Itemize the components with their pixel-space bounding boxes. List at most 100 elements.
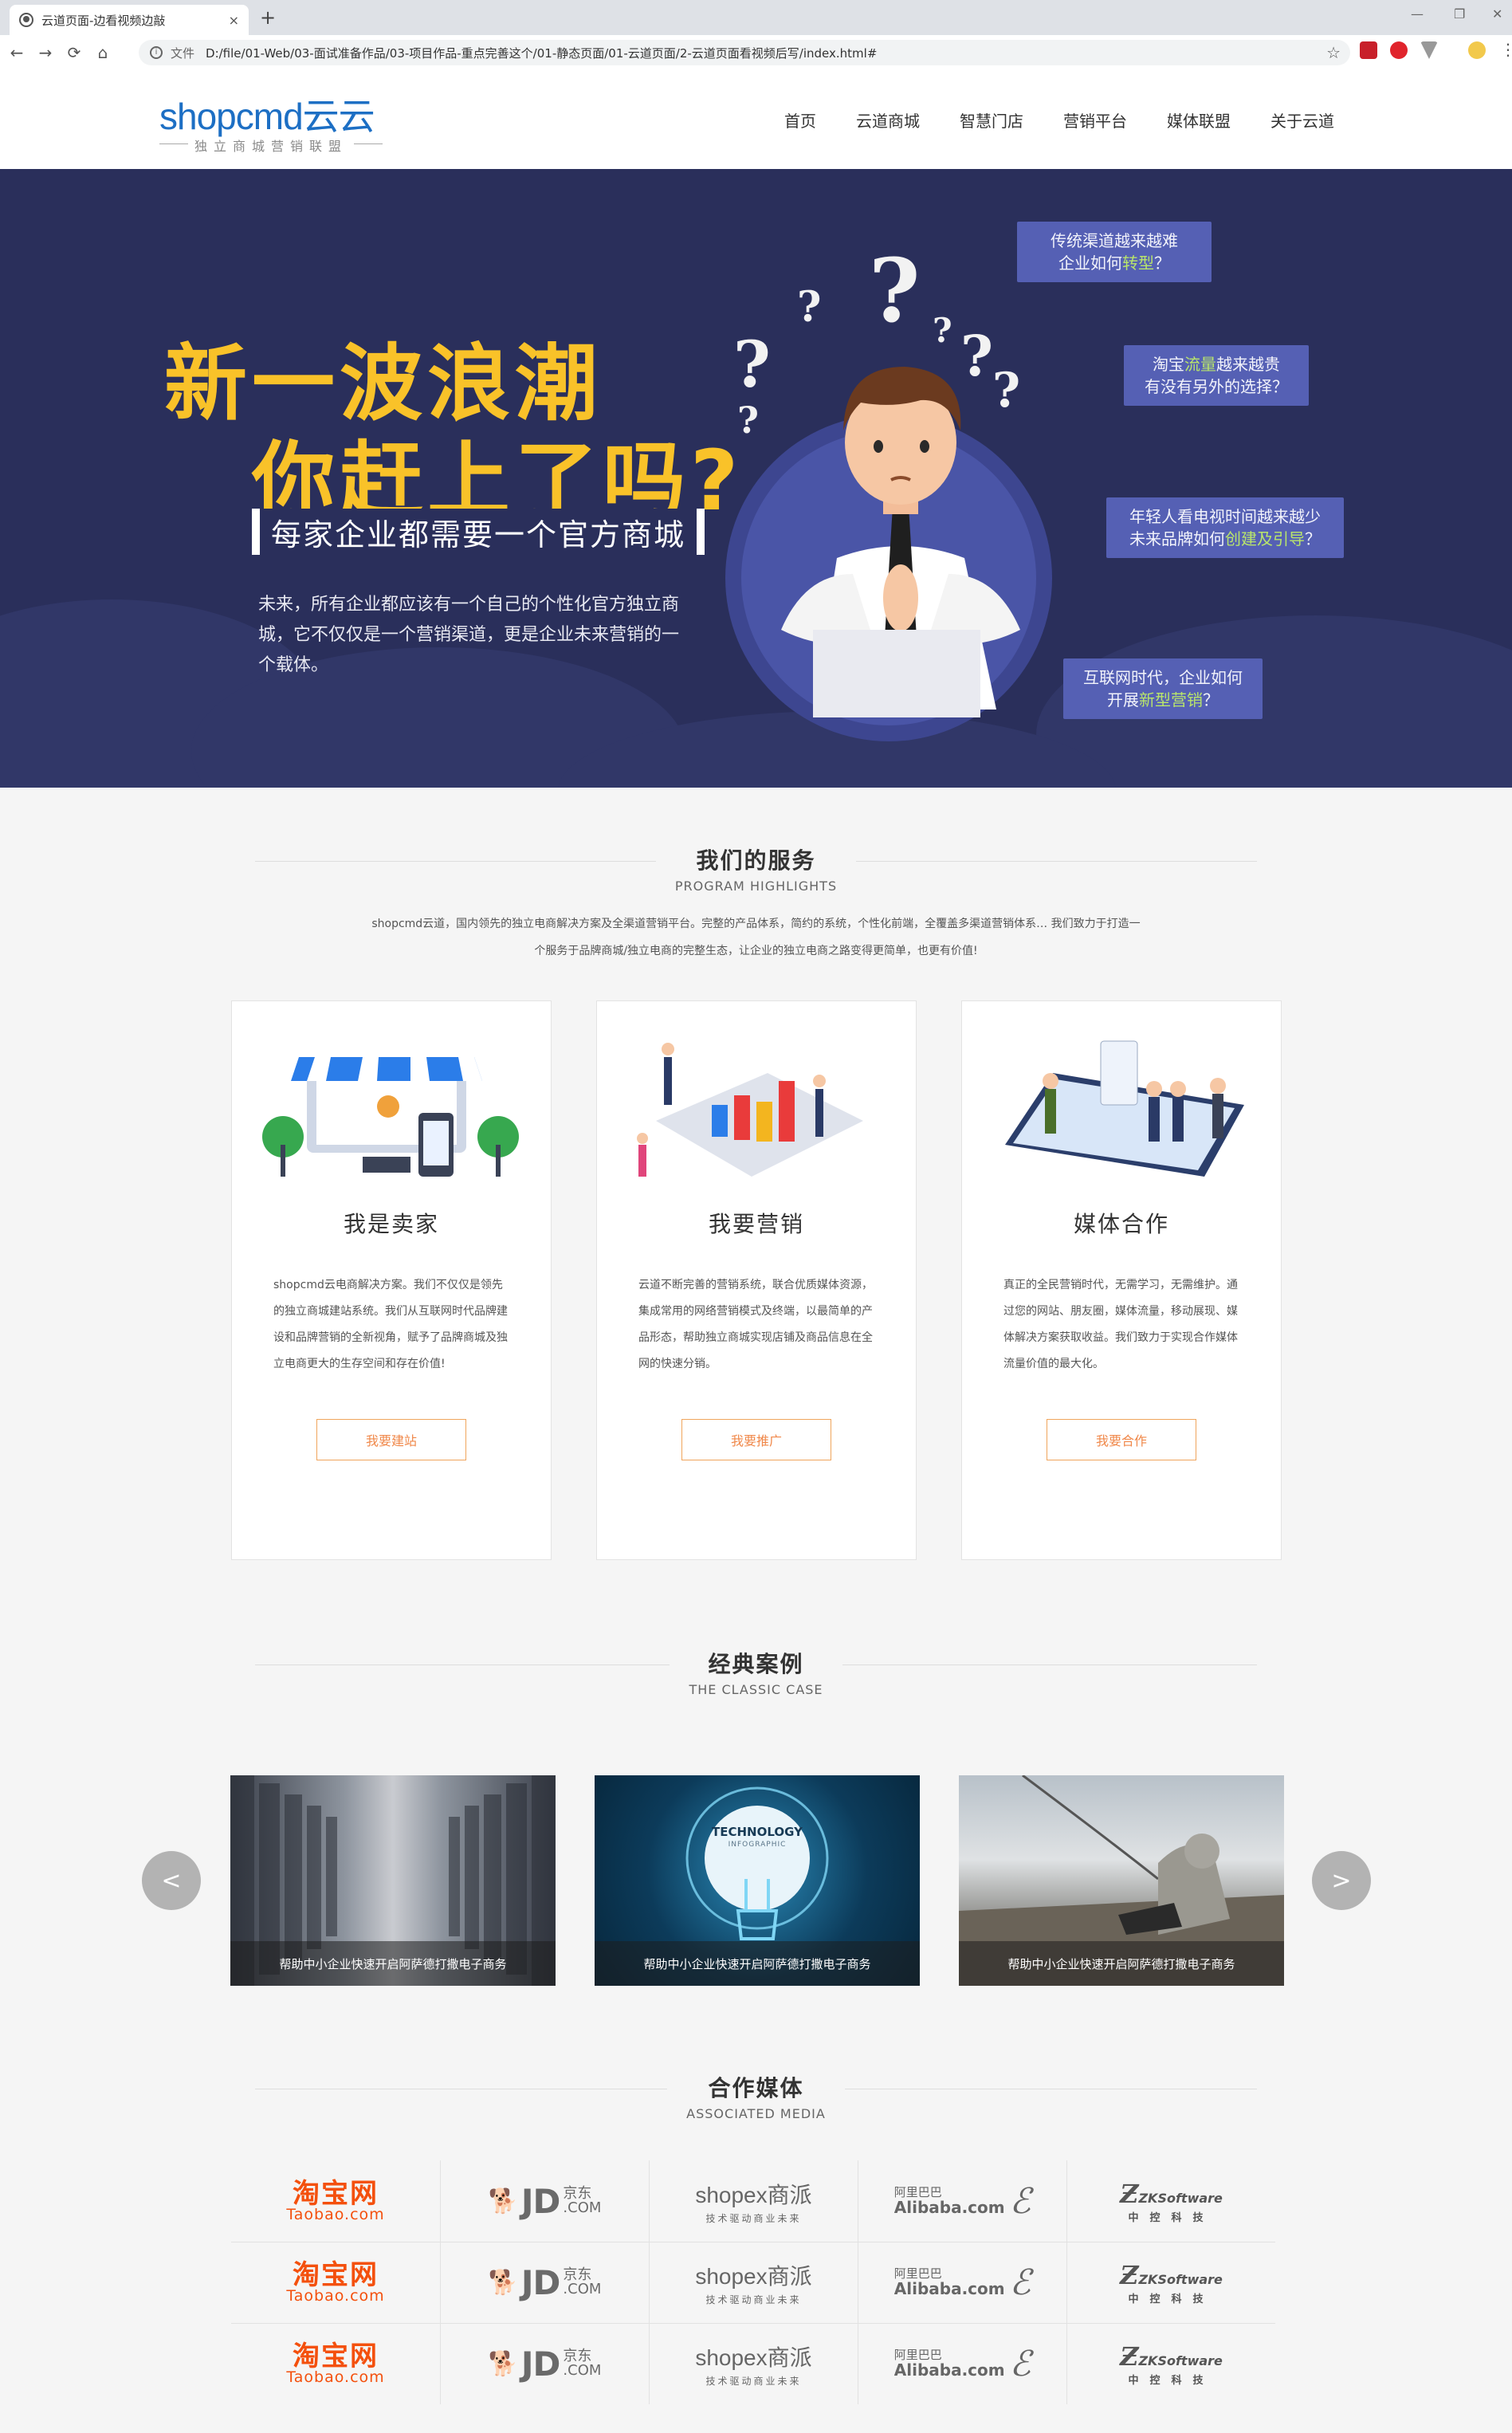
partner-logo-zksoftware[interactable]: ƵZKSoftware 中控科技 [1066,2323,1275,2404]
menu-dots-icon[interactable]: ⋮ [1500,41,1512,59]
jd-dog-icon: 🐕 [488,2349,518,2378]
logo-text: 中控科技 [1128,2293,1215,2305]
bubble-highlight: 转型 [1122,254,1154,273]
partner-logo-shopex[interactable]: shopex商派 技术驱动商业未来 [649,2323,858,2404]
logo-text: 阿里巴巴 [893,2347,942,2362]
partner-logo-taobao[interactable]: 淘宝网 Taobao.com [231,2160,440,2242]
back-icon[interactable]: ← [5,43,29,62]
bubble-text: 淘宝 [1153,355,1184,374]
forward-icon[interactable]: → [33,43,57,62]
partner-logo-taobao[interactable]: 淘宝网 Taobao.com [231,2242,440,2323]
partner-logo-alibaba[interactable]: 阿里巴巴 Alibaba.com ℰ [858,2242,1066,2323]
site-logo[interactable]: shopcmd云云 独立商城营销联盟 [159,88,383,159]
logo-text: 阿里巴巴 [893,2266,942,2281]
profile-avatar-icon[interactable] [1468,41,1486,59]
carousel-next-button[interactable]: > [1312,1851,1371,1910]
logo-text: Alibaba.com [893,2360,1005,2380]
nav-marketing[interactable]: 营销平台 [1063,108,1127,132]
logo-tagline: 独立商城营销联盟 [159,136,383,155]
case-card[interactable]: 帮助中小企业快速开启阿萨德打撒电子商务 [959,1775,1284,1986]
minimize-icon[interactable]: — [1411,6,1424,22]
partner-logo-zksoftware[interactable]: ƵZKSoftware 中控科技 [1066,2242,1275,2323]
nav-smart-store[interactable]: 智慧门店 [960,108,1023,132]
bubble-text: 有没有另外的选择？ [1145,377,1288,396]
nav-media[interactable]: 媒体联盟 [1167,108,1231,132]
logo-text: ZKSoftware [1138,2190,1223,2206]
case-card[interactable]: 帮助中小企业快速开启阿萨德打撒电子商务 [230,1775,556,1986]
media-title: 合作媒体 [708,2075,804,2101]
jd-dog-icon: 🐕 [488,2187,518,2215]
address-bar: ← → ⟳ ⌂ i 文件 D:/file/01-Web/03-面试准备作品/03… [0,35,1512,70]
info-icon[interactable]: i [150,46,163,59]
close-window-icon[interactable]: ✕ [1492,6,1502,22]
nav-home[interactable]: 首页 [784,108,816,132]
url-field[interactable]: i 文件 D:/file/01-Web/03-面试准备作品/03-项目作品-重点… [139,40,1350,65]
logo-text: Taobao.com [286,2286,385,2305]
browser-chrome: 云道页面-边看视频边敲 × + — ❐ ✕ ← → ⟳ ⌂ i 文件 D:/fi… [0,0,1512,70]
bookmark-star-icon[interactable]: ☆ [1326,43,1341,62]
case-card[interactable]: TECHNOLOGY INFOGRAPHIC 帮助中小企业快速开启阿萨德打撒电子… [595,1775,920,1986]
bubble-text: 开展 [1107,690,1139,709]
reload-icon[interactable]: ⟳ [62,43,86,62]
zk-mark-icon: Ƶ [1120,2178,1139,2209]
logo-text: JD [520,2181,560,2221]
build-site-button[interactable]: 我要建站 [316,1419,466,1460]
media-subtitle: ASSOCIATED MEDIA [686,2106,826,2121]
partner-logo-alibaba[interactable]: 阿里巴巴 Alibaba.com ℰ [858,2160,1066,2242]
partner-logo-taobao[interactable]: 淘宝网 Taobao.com [231,2323,440,2404]
media-heading: 合作媒体 ASSOCIATED MEDIA [255,2071,1257,2121]
partner-logo-shopex[interactable]: shopex商派 技术驱动商业未来 [649,2160,858,2242]
promote-button[interactable]: 我要推广 [681,1419,831,1460]
hero-tagline-text: 每家企业都需要一个官方商城 [260,508,697,556]
logo-text: Taobao.com [286,2368,385,2386]
restore-icon[interactable]: ❐ [1454,6,1465,22]
cooperate-button[interactable]: 我要合作 [1047,1419,1196,1460]
logo-text: 技术驱动商业未来 [705,2293,802,2305]
logo-text: .COM [563,2362,602,2379]
question-mark-icon: ? [797,283,822,332]
services-intro-line: shopcmd云道，国内领先的独立电商解决方案及全渠道营销平台。完整的产品体系，… [371,918,1141,930]
question-mark-icon: ? [733,327,771,402]
hero-bubble-1: 传统渠道越来越难 企业如何转型？ [1017,222,1212,282]
card-title: 我要营销 [708,1211,804,1237]
hero-bubble-2: 淘宝流量越来越贵 有没有另外的选择？ [1124,345,1309,406]
case-caption: 帮助中小企业快速开启阿萨德打撒电子商务 [595,1941,920,1986]
bubble-text: 互联网时代，企业如何 [1083,668,1243,687]
logo-text: 阿里巴巴 [893,2184,942,2199]
logo-text: ZKSoftware [1138,2352,1223,2368]
online-store-illustration [262,1057,519,1177]
case-caption: 帮助中小企业快速开启阿萨德打撒电子商务 [230,1941,556,1986]
partner-logo-shopex[interactable]: shopex商派 技术驱动商业未来 [649,2242,858,2323]
logo-text: .COM [563,2281,602,2297]
logo-text: shopex商派 [695,2345,812,2370]
question-mark-icon: ? [933,311,952,350]
card-description: shopcmd云电商解决方案。我们不仅仅是领先的独立商城建站系统。我们从互联网时… [273,1279,508,1370]
partner-logo-alibaba[interactable]: 阿里巴巴 Alibaba.com ℰ [858,2323,1066,2404]
carousel-prev-button[interactable]: < [142,1851,201,1910]
nav-mall[interactable]: 云道商城 [856,108,920,132]
close-icon[interactable]: × [229,13,239,28]
browser-tab[interactable]: 云道页面-边看视频边敲 × [10,5,249,35]
partner-logo-jd[interactable]: 🐕 JD 京东 .COM [440,2160,649,2242]
logo-text: 淘宝网 [293,2340,379,2372]
partner-logo-jd[interactable]: 🐕 JD 京东 .COM [440,2242,649,2323]
cases-title: 经典案例 [708,1651,804,1677]
new-tab-button[interactable]: + [260,6,276,29]
adblock-extension-icon[interactable] [1390,41,1408,59]
service-card-media: 媒体合作 真正的全民营销时代，无需学习，无需维护。通过您的网站、朋友圈，媒体流量… [961,1000,1282,1560]
nav-about[interactable]: 关于云道 [1270,108,1334,132]
logo-text: JD [520,2262,560,2302]
logo-text: JD [520,2344,560,2384]
partner-logo-jd[interactable]: 🐕 JD 京东 .COM [440,2323,649,2404]
alibaba-signature-icon: ℰ [1009,2343,1031,2384]
pdf-extension-icon[interactable] [1360,41,1377,59]
logo-text: 中控科技 [1128,2374,1215,2387]
case-badge-subtitle: INFOGRAPHIC [728,1841,787,1849]
hero-bubble-3: 年轻人看电视时间越来越少 未来品牌如何创建及引导？ [1106,497,1344,558]
hero-bubble-4: 互联网时代，企业如何 开展新型营销？ [1063,658,1263,719]
jd-dog-icon: 🐕 [488,2268,518,2297]
partner-logo-zksoftware[interactable]: ƵZKSoftware 中控科技 [1066,2160,1275,2242]
logo-text: 淘宝网 [293,2258,379,2291]
home-icon[interactable]: ⌂ [91,43,115,62]
question-mark-icon: ? [737,399,759,442]
